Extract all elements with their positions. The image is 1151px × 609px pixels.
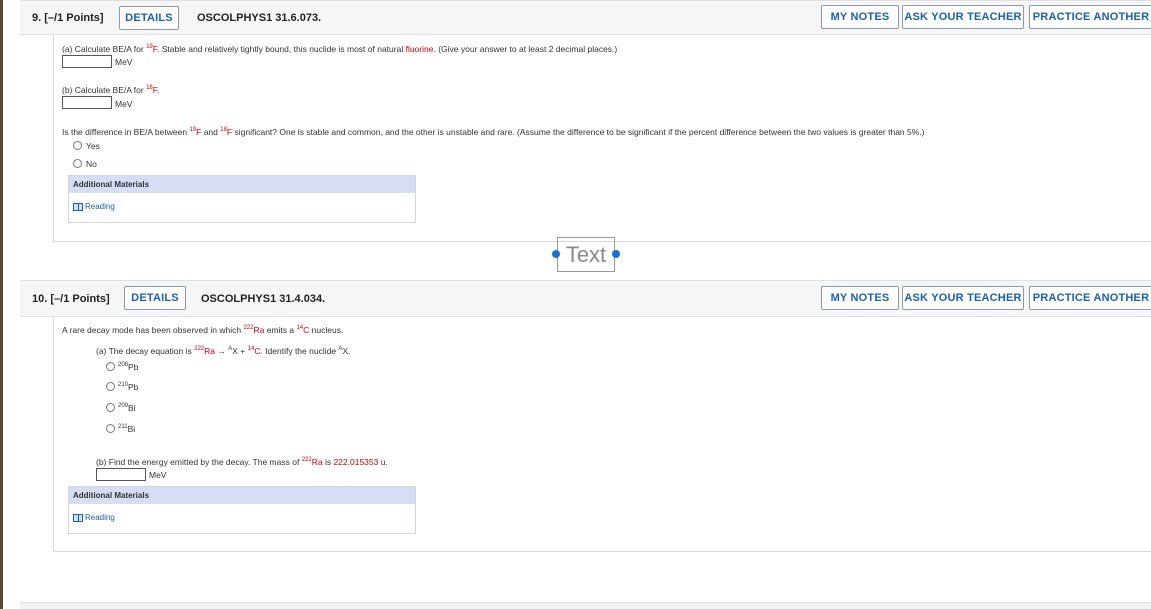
q10-part-b-unit: MeV	[149, 470, 167, 480]
choice-211bi-label: 211Bi	[118, 424, 136, 434]
radio-210pb[interactable]	[106, 382, 115, 391]
additional-materials-heading: Additional Materials	[69, 176, 415, 193]
q9-part-a-answer-input[interactable]	[62, 55, 112, 68]
details-button[interactable]: DETAILS	[124, 286, 186, 310]
text-box-left-handle[interactable]	[552, 250, 560, 258]
my-notes-button[interactable]: MY NOTES	[821, 286, 899, 310]
q10-part-b-answer-input[interactable]	[96, 468, 146, 481]
window-left-edge	[0, 0, 3, 609]
next-question-header-edge	[20, 602, 1151, 609]
additional-materials-heading: Additional Materials	[69, 487, 415, 504]
question-9-header: 9. [–/1 Points] DETAILS OSCOLPHYS1 31.6.…	[20, 0, 1151, 35]
ask-your-teacher-button[interactable]: ASK YOUR TEACHER	[902, 5, 1024, 29]
choice-210pb-label: 210Pb	[118, 382, 139, 392]
q10-part-a-prompt: (a) The decay equation is 222Ra → AX + 1…	[96, 346, 351, 356]
details-button[interactable]: DETAILS	[119, 6, 179, 30]
ask-your-teacher-button[interactable]: ASK YOUR TEACHER	[902, 286, 1024, 310]
q9-additional-materials: Additional Materials	[68, 175, 416, 223]
q10-reading-link[interactable]: Reading	[73, 513, 115, 522]
fluorine-link[interactable]: fluorine	[406, 44, 434, 54]
radio-211bi[interactable]	[106, 424, 115, 433]
q9-part-b-answer-input[interactable]	[62, 96, 112, 109]
choice-209bi-label: 209Bi	[118, 403, 136, 413]
radio-no-label: No	[86, 159, 97, 169]
question-10-number: 10. [–/1 Points]	[32, 293, 110, 305]
text-box-overlay[interactable]: Text	[557, 237, 615, 272]
question-10-id: OSCOLPHYS1 31.4.034.	[201, 293, 326, 305]
q9-part-a-prompt: (a) Calculate BE/A for 19F. Stable and r…	[62, 44, 618, 54]
radio-209bi[interactable]	[106, 403, 115, 412]
practice-another-button[interactable]: PRACTICE ANOTHER	[1029, 286, 1151, 310]
question-9-number: 9. [–/1 Points]	[32, 12, 104, 24]
q9-significance-question: Is the difference in BE/A between 19F an…	[62, 127, 925, 137]
q10-additional-materials: Additional Materials	[68, 486, 416, 534]
q10-intro: A rare decay mode has been observed in w…	[62, 325, 344, 335]
q9-reading-link[interactable]: Reading	[73, 202, 115, 211]
radio-no[interactable]	[73, 159, 82, 168]
q10-part-b-prompt: (b) Find the energy emitted by the decay…	[96, 457, 388, 467]
q9-part-b-unit: MeV	[115, 99, 133, 109]
q9-part-b-prompt: (b) Calculate BE/A for 18F.	[62, 85, 160, 95]
reading-label: Reading	[85, 513, 115, 522]
text-box-right-handle[interactable]	[612, 250, 620, 258]
radio-208pb[interactable]	[106, 362, 115, 371]
my-notes-button[interactable]: MY NOTES	[821, 5, 899, 29]
question-9-id: OSCOLPHYS1 31.6.073.	[197, 12, 322, 24]
radio-yes-label: Yes	[86, 141, 100, 151]
practice-another-button[interactable]: PRACTICE ANOTHER	[1029, 5, 1151, 29]
reading-label: Reading	[85, 202, 115, 211]
radio-yes[interactable]	[73, 141, 82, 150]
choice-208pb-label: 208Pb	[118, 362, 139, 372]
q9-part-a-unit: MeV	[115, 57, 133, 67]
book-icon	[73, 513, 83, 522]
book-icon	[73, 202, 83, 211]
question-10-header: 10. [–/1 Points] DETAILS OSCOLPHYS1 31.4…	[20, 280, 1151, 317]
